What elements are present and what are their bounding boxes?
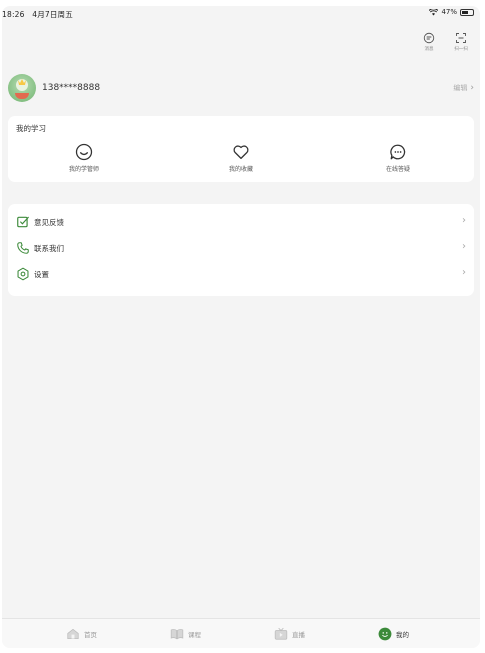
message-button[interactable]: 消息 [418,32,440,52]
status-right: 47% [429,8,474,16]
study-item-qa[interactable]: 在线答疑 [368,143,428,173]
my-study-card: 我的学习 我的学管师 我的收藏 在线答疑 [8,116,474,182]
menu-label-contact: 联系我们 [34,244,64,253]
tab-label-live: 直播 [292,631,305,639]
book-icon [170,629,184,640]
settings-icon [17,267,29,281]
phone-icon [17,242,29,254]
message-icon [423,32,435,44]
live-icon [274,627,288,640]
chevron-right-icon: › [462,241,466,252]
wifi-icon [429,8,439,15]
avatar[interactable] [8,74,36,102]
scan-icon [456,33,466,43]
home-icon [67,628,79,640]
menu-card: 意见反馈 › 联系我们 › 设置 › [8,204,474,296]
status-date: 4月7日周五 [32,10,73,19]
app-screen: 18:26 4月7日周五 47% 消息 扫一扫 138****8888 编辑 ›… [2,6,480,648]
top-actions: 消息 扫一扫 [418,32,472,52]
study-label-qa: 在线答疑 [385,166,410,173]
study-item-favorites[interactable]: 我的收藏 [211,143,271,173]
smile-icon [75,143,93,161]
study-label-advisor: 我的学管师 [68,166,99,173]
my-study-title: 我的学习 [16,124,46,133]
study-label-favorites: 我的收藏 [228,166,253,173]
status-bar: 18:26 4月7日周五 47% [2,6,480,22]
message-label: 消息 [424,47,434,52]
tab-home[interactable]: 首页 [66,627,97,641]
menu-item-contact[interactable]: 联系我们 › [8,235,474,261]
scan-button[interactable]: 扫一扫 [450,32,472,52]
edit-profile-button[interactable]: 编辑 › [453,83,474,93]
battery-icon [460,8,474,16]
tab-mine[interactable]: 我的 [378,627,409,641]
chevron-right-icon: › [470,83,474,93]
chevron-right-icon: › [462,267,466,278]
tab-label-home: 首页 [84,631,97,639]
profile-row[interactable]: 138****8888 编辑 › [8,74,478,104]
tab-live[interactable]: 直播 [274,627,305,641]
menu-item-settings[interactable]: 设置 › [8,261,474,287]
heart-icon [233,145,249,160]
menu-label-settings: 设置 [34,270,49,279]
tab-label-courses: 课程 [188,631,201,639]
chat-bubble-icon [390,144,406,160]
edit-label: 编辑 [453,84,468,92]
bottom-tab-bar: 首页 课程 直播 我的 [2,618,480,648]
menu-item-feedback[interactable]: 意见反馈 › [8,209,474,235]
feedback-icon [17,216,29,228]
profile-icon [378,627,392,641]
status-time: 18:26 [2,10,25,19]
tab-label-mine: 我的 [396,631,409,639]
battery-percent: 47% [441,8,457,16]
menu-label-feedback: 意见反馈 [34,218,64,227]
user-phone: 138****8888 [42,83,101,93]
status-time-date: 18:26 4月7日周五 [2,9,73,20]
chevron-right-icon: › [462,215,466,226]
tab-courses[interactable]: 课程 [170,627,201,641]
study-item-advisor[interactable]: 我的学管师 [54,143,114,173]
scan-label: 扫一扫 [454,47,468,52]
